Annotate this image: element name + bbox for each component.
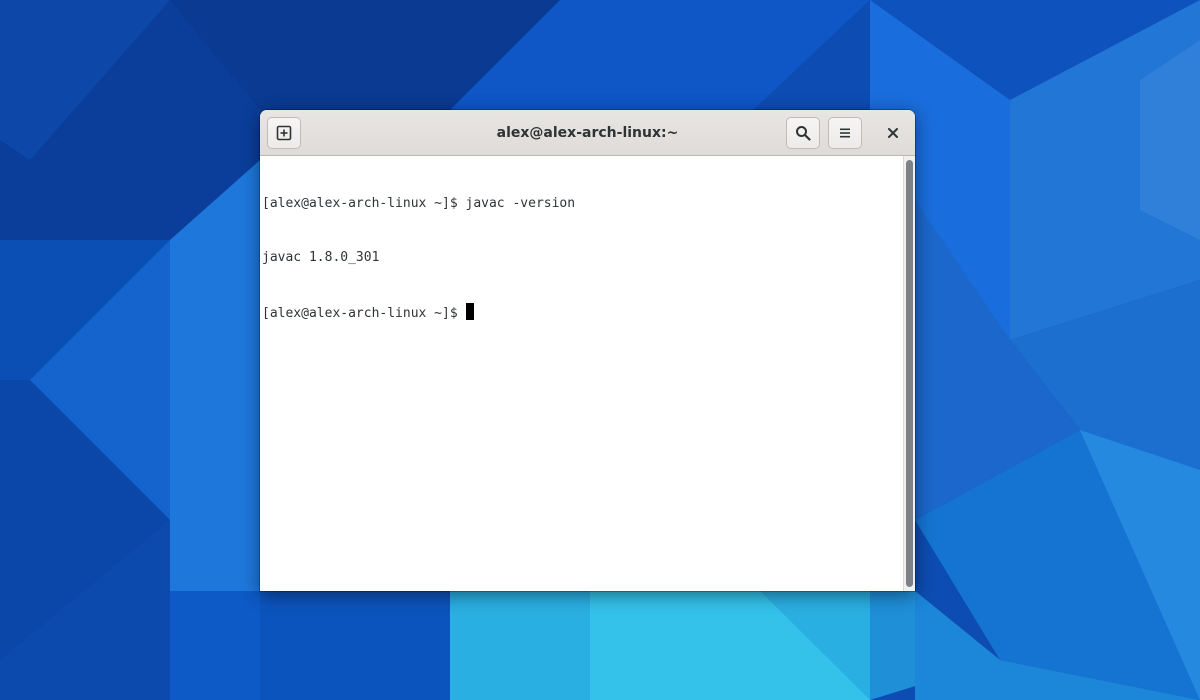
command-output: javac 1.8.0_301: [262, 250, 380, 265]
close-icon: [888, 128, 898, 138]
text-cursor: [465, 303, 474, 320]
search-button[interactable]: [786, 117, 820, 149]
terminal-line: [alex@alex-arch-linux ~]$: [262, 303, 903, 321]
terminal-line: [alex@alex-arch-linux ~]$ javac -version: [262, 195, 903, 213]
scrollbar-thumb[interactable]: [906, 160, 913, 587]
hamburger-menu-icon: [840, 128, 850, 138]
new-tab-icon: [276, 125, 292, 141]
prompt: [alex@alex-arch-linux ~]$: [262, 306, 458, 321]
menu-button[interactable]: [828, 117, 862, 149]
prompt: [alex@alex-arch-linux ~]$: [262, 196, 458, 211]
terminal-window: alex@alex-arch-linux:~ [alex@alex-arch-l…: [260, 110, 915, 591]
close-button[interactable]: [877, 117, 909, 149]
command: javac -version: [457, 196, 576, 211]
terminal-line: javac 1.8.0_301: [262, 249, 903, 267]
scrollbar[interactable]: [903, 156, 915, 591]
new-tab-button[interactable]: [267, 117, 301, 149]
headerbar: alex@alex-arch-linux:~: [260, 110, 915, 156]
search-icon: [796, 126, 811, 141]
terminal-output[interactable]: [alex@alex-arch-linux ~]$ javac -version…: [260, 156, 903, 591]
